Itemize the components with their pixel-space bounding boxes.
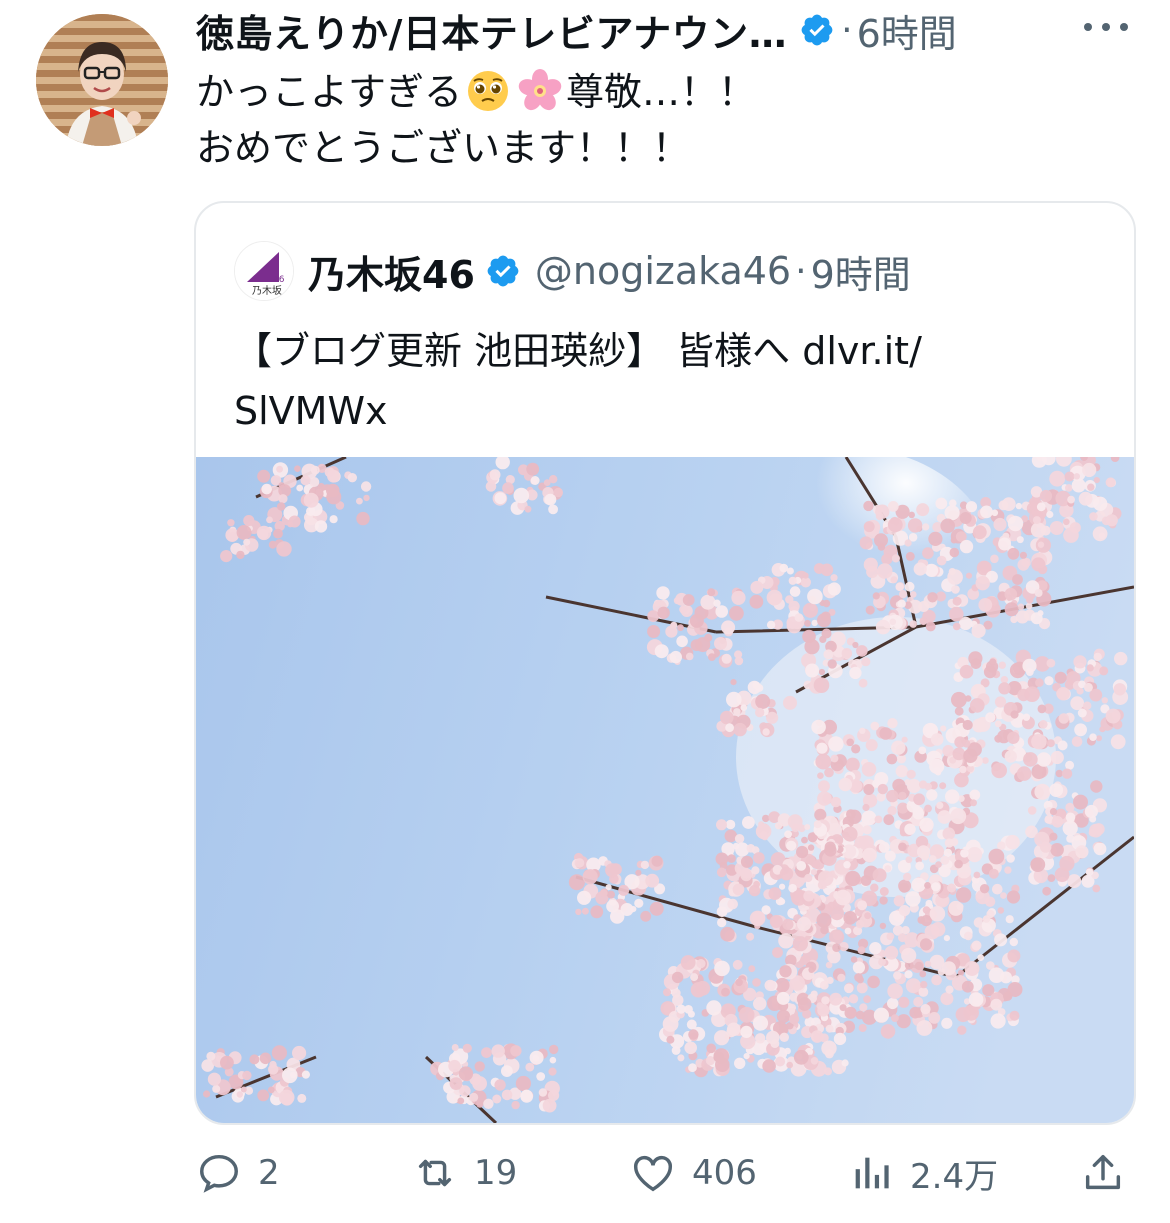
quoted-author-handle[interactable]: @nogizaka46 xyxy=(535,249,791,293)
verified-badge-icon xyxy=(487,255,519,287)
retweet-icon xyxy=(418,1159,452,1187)
tweet-time[interactable]: 6時間 xyxy=(857,3,957,58)
verified-badge-icon xyxy=(801,14,833,46)
cherry-blossom-icon xyxy=(518,69,562,111)
share-icon xyxy=(1085,1154,1121,1190)
logo-jp-text: 乃木坂 xyxy=(252,285,282,297)
quoted-text-line: 【ブログ更新 池田瑛紗】 皆様へ dlvr.it/ xyxy=(234,329,922,373)
tweet-text-part: かっこよすぎる xyxy=(196,70,463,114)
reply-icon xyxy=(200,1154,238,1193)
quoted-tweet-time[interactable]: 9時間 xyxy=(811,244,911,299)
pleading-face-icon xyxy=(468,71,509,111)
tweet-text-line: おめでとうございます！！！ xyxy=(196,126,691,170)
retweet-button[interactable]: 19 xyxy=(412,1145,517,1201)
more-options-icon[interactable] xyxy=(1084,14,1128,40)
quoted-tweet[interactable]: 46 乃木坂 乃木坂46 @nogizaka46 · 9時間 【ブログ更新 池田… xyxy=(194,201,1136,1125)
cherry-blossom-photo[interactable] xyxy=(196,457,1134,1123)
quoted-author-name[interactable]: 乃木坂46 xyxy=(308,244,475,299)
views-chart-icon xyxy=(855,1157,889,1189)
like-count: 406 xyxy=(692,1153,757,1193)
quoted-author-avatar[interactable]: 46 乃木坂 xyxy=(234,241,294,301)
reply-count: 2 xyxy=(258,1153,280,1193)
retweet-count: 19 xyxy=(474,1153,518,1193)
tweet-header: 徳島えりか/日本テレビアナウン… · 6時間 xyxy=(196,8,957,56)
tweet-text: かっこよすぎる 尊敬…！！ おめでとうございます！！！ xyxy=(196,64,756,176)
heart-icon xyxy=(634,1155,672,1192)
header-separator: · xyxy=(841,9,853,51)
tweet-text-part: 尊敬…！！ xyxy=(566,70,757,114)
like-button[interactable]: 406 xyxy=(630,1145,757,1201)
quoted-tweet-header: 46 乃木坂 乃木坂46 @nogizaka46 · 9時間 xyxy=(234,241,911,301)
views-count: 2.4万 xyxy=(910,1156,999,1197)
tweet-action-bar: 2 19 406 2.4万 xyxy=(0,1145,1170,1205)
logo-number: 46 xyxy=(273,275,285,285)
quoted-text-line: SlVMWx xyxy=(234,389,388,433)
quoted-separator: · xyxy=(795,250,807,292)
views-button[interactable]: 2.4万 xyxy=(848,1145,998,1201)
quoted-tweet-text: 【ブログ更新 池田瑛紗】 皆様へ dlvr.it/ SlVMWx xyxy=(234,321,922,441)
reply-button[interactable]: 2 xyxy=(196,1145,280,1201)
author-name[interactable]: 徳島えりか/日本テレビアナウン… xyxy=(196,3,787,58)
author-avatar[interactable] xyxy=(36,14,168,146)
share-button[interactable] xyxy=(1080,1145,1126,1201)
